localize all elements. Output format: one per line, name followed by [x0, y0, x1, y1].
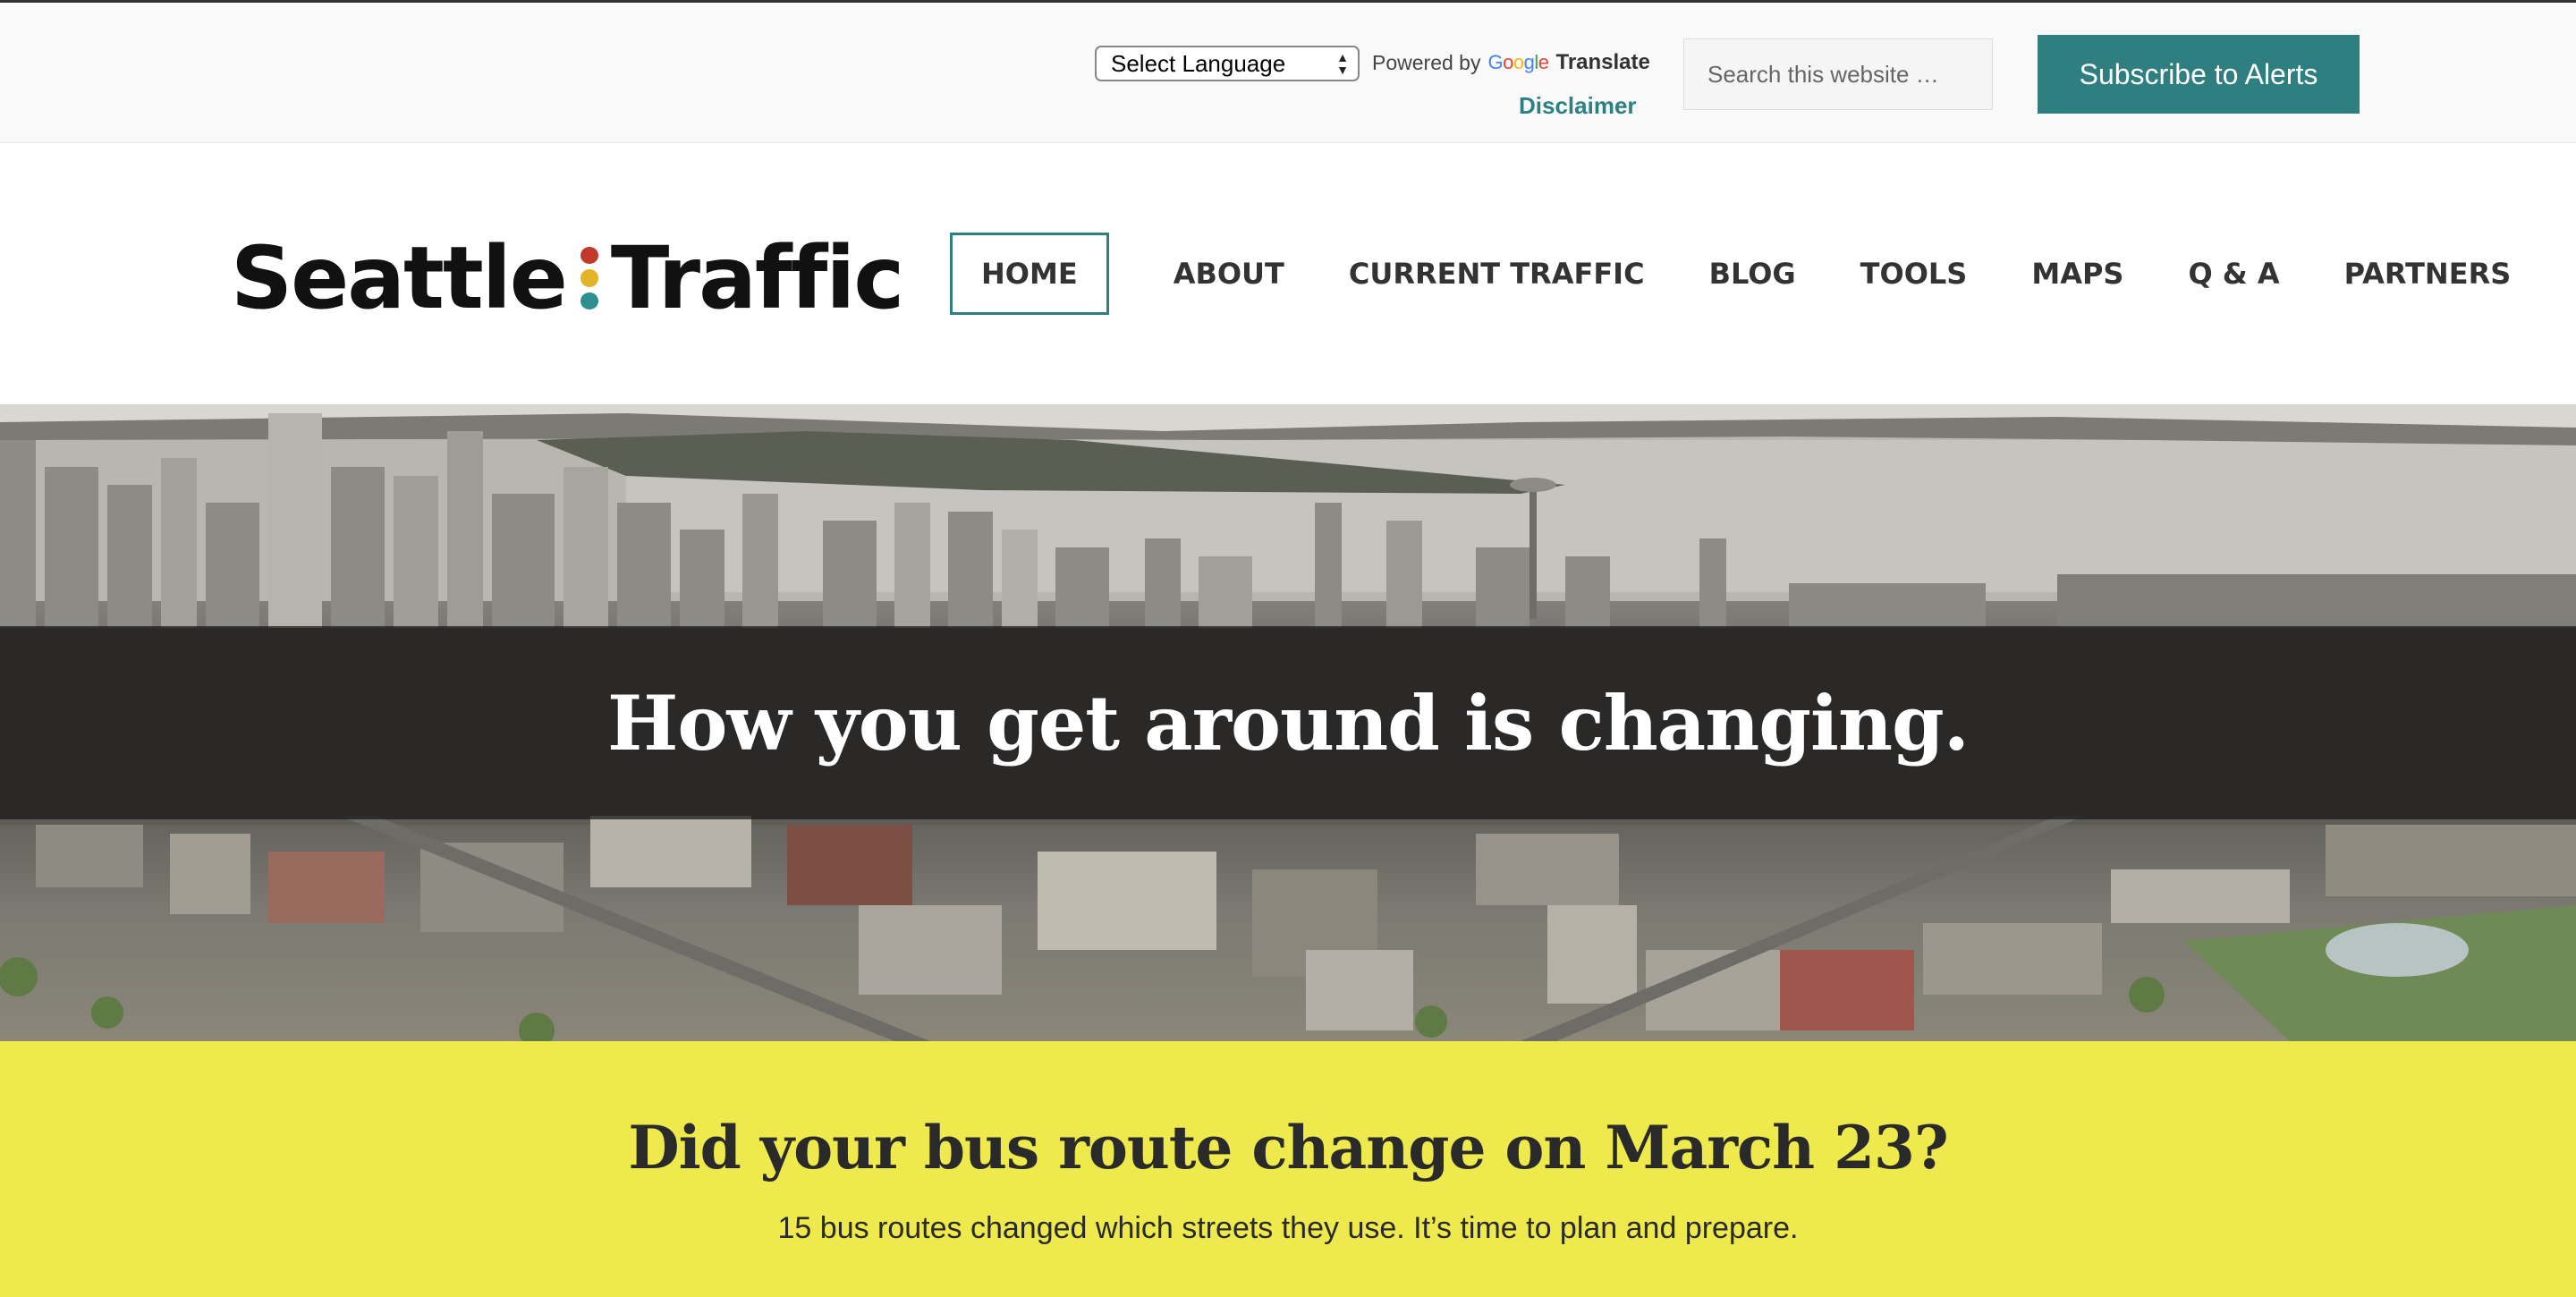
- hero-title: How you get around is changing.: [606, 678, 1970, 767]
- nav-item-tools[interactable]: TOOLS: [1860, 233, 1968, 315]
- language-select-label: Select Language: [1111, 50, 1286, 77]
- site-logo[interactable]: Seattle Traffic: [231, 228, 904, 328]
- nav-item-home[interactable]: HOME: [950, 233, 1109, 315]
- powered-by-text: Powered by: [1372, 50, 1481, 74]
- logo-text-left: Seattle: [231, 228, 568, 328]
- logo-dot-red: [580, 247, 598, 265]
- google-translate-credit: Powered by Google Translate: [1372, 49, 1650, 76]
- logo-dot-yellow: [580, 269, 598, 287]
- nav-item-partners[interactable]: PARTNERS: [2344, 233, 2512, 315]
- logo-text-right: Traffic: [610, 228, 904, 328]
- hero-section: How you get around is changing.: [0, 404, 2576, 1041]
- nav-item-qa[interactable]: Q & A: [2188, 233, 2279, 315]
- search-input[interactable]: [1683, 38, 1993, 110]
- main-nav: HOME ABOUT CURRENT TRAFFIC BLOG TOOLS MA…: [950, 233, 2511, 315]
- google-logo: Google: [1487, 51, 1549, 74]
- google-letter: e: [1538, 51, 1549, 73]
- subscribe-button[interactable]: Subscribe to Alerts: [2038, 35, 2360, 114]
- bus-change-banner: Did your bus route change on March 23? 1…: [0, 1041, 2576, 1297]
- hero-title-band: How you get around is changing.: [0, 626, 2576, 819]
- traffic-light-icon: [580, 244, 598, 312]
- google-letter: g: [1523, 51, 1535, 73]
- translate-link[interactable]: Translate: [1555, 50, 1649, 75]
- language-select[interactable]: Select Language ▲ ▼: [1095, 46, 1360, 81]
- select-arrows-icon: ▲ ▼: [1336, 50, 1349, 77]
- google-letter: G: [1487, 51, 1504, 73]
- site-header: Seattle Traffic HOME ABOUT CURRENT TRAFF…: [0, 143, 2576, 404]
- banner-title: Did your bus route change on March 23?: [628, 1113, 1948, 1183]
- logo-dot-teal: [580, 292, 598, 309]
- nav-item-current-traffic[interactable]: CURRENT TRAFFIC: [1349, 233, 1645, 315]
- disclaimer-link[interactable]: Disclaimer: [1519, 92, 1637, 120]
- nav-item-maps[interactable]: MAPS: [2031, 233, 2123, 315]
- nav-item-blog[interactable]: BLOG: [1709, 233, 1796, 315]
- google-letter: o: [1503, 51, 1513, 73]
- nav-item-about[interactable]: ABOUT: [1174, 233, 1284, 315]
- utility-bar: Select Language ▲ ▼ Powered by Google Tra…: [0, 0, 2576, 143]
- banner-subtitle: 15 bus routes changed which streets they…: [777, 1211, 1799, 1245]
- google-letter: o: [1513, 51, 1524, 73]
